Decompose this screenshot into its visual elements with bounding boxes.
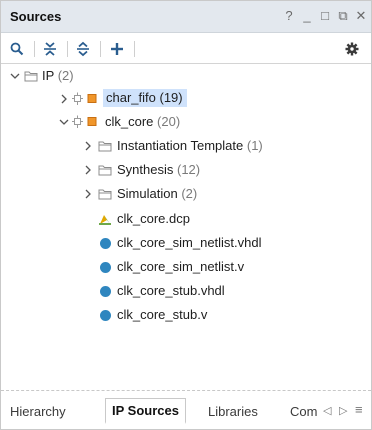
tree-label-text: Simulation (117, 186, 178, 201)
float-button[interactable]: ⧉ (337, 8, 349, 24)
folder-icon (24, 71, 38, 82)
tree-count: (2) (181, 186, 198, 201)
tree-label-file: clk_core_stub.vhdl (117, 283, 225, 298)
tab-scroll-right-button[interactable]: ▷ (339, 404, 347, 417)
folder-icon (98, 141, 112, 152)
tree-label-instantiation-template: Instantiation Template (1) (117, 138, 263, 153)
chevron-right-icon[interactable] (82, 140, 94, 152)
toolbar-separator (134, 41, 135, 57)
sources-tree: IP (2) char_fifo (19) clk_core (20) Inst… (1, 65, 371, 385)
chevron-right-icon[interactable] (82, 188, 94, 200)
tree-file-stub-vhdl[interactable]: clk_core_stub.vhdl (1, 280, 371, 302)
expand-all-button[interactable] (73, 38, 93, 60)
tree-label-file: clk_core_sim_netlist.vhdl (117, 235, 262, 250)
panel-titlebar: Sources ? _ □ ⧉ ✕ (1, 1, 371, 33)
tree-node-ip[interactable]: IP (2) (1, 65, 371, 87)
tree-label-text: clk_core (105, 114, 154, 129)
toolbar-separator (34, 41, 35, 57)
maximize-button[interactable]: □ (319, 8, 331, 24)
tree-count: (12) (177, 162, 201, 177)
file-dot-icon (100, 262, 111, 273)
checkpoint-icon (99, 215, 111, 225)
panel-title: Sources (10, 9, 62, 24)
file-dot-icon (100, 238, 111, 249)
chevron-down-icon[interactable] (9, 70, 21, 82)
add-icon (111, 43, 123, 55)
tree-node-char-fifo[interactable]: char_fifo (19) (1, 88, 371, 110)
tree-label-file: clk_core_stub.v (117, 307, 208, 322)
folder-icon (98, 165, 112, 176)
tree-label-synthesis: Synthesis (12) (117, 162, 200, 177)
tree-label-simulation: Simulation (2) (117, 186, 197, 201)
tab-scroll-left-button[interactable]: ◁ (323, 404, 331, 417)
tree-node-instantiation-template[interactable]: Instantiation Template (1) (1, 135, 371, 157)
window-controls: ? _ □ ⧉ ✕ (283, 8, 367, 24)
toolbar (1, 34, 371, 64)
tree-label-text: IP (42, 68, 55, 83)
tree-file-sim-netlist-vhdl[interactable]: clk_core_sim_netlist.vhdl (1, 232, 371, 254)
add-sources-button[interactable] (107, 38, 127, 60)
gear-icon (345, 42, 359, 56)
tree-label-text: Instantiation Template (117, 138, 244, 153)
chevron-down-icon[interactable] (58, 116, 70, 128)
tree-count: (1) (246, 138, 263, 153)
sources-panel: Sources ? _ □ ⧉ ✕ IP (2) char_fifo (19) … (0, 0, 372, 430)
tree-file-stub-v[interactable]: clk_core_stub.v (1, 304, 371, 326)
help-button[interactable]: ? (283, 8, 295, 24)
folder-icon (98, 189, 112, 200)
chevron-right-icon[interactable] (82, 164, 94, 176)
tab-menu-button[interactable]: ≡ (355, 402, 363, 417)
tree-node-simulation[interactable]: Simulation (2) (1, 183, 371, 205)
tree-label-char-fifo: char_fifo (19) (103, 89, 187, 107)
toolbar-separator (67, 41, 68, 57)
tree-file-sim-netlist-v[interactable]: clk_core_sim_netlist.v (1, 256, 371, 278)
bottom-tabs: Hierarchy IP Sources Libraries Com ◁ ▷ ≡ (1, 398, 371, 428)
ip-core-icon (72, 115, 97, 128)
tree-count: (20) (157, 114, 181, 129)
settings-button[interactable] (342, 38, 362, 60)
tree-file-dcp[interactable]: clk_core.dcp (1, 208, 371, 230)
tree-count: (19) (159, 90, 183, 105)
ip-core-icon (72, 92, 97, 105)
file-dot-icon (100, 286, 111, 297)
minimize-button[interactable]: _ (301, 8, 313, 24)
tree-label-ip: IP (2) (42, 68, 74, 83)
tab-ip-sources[interactable]: IP Sources (105, 398, 186, 424)
expand-all-icon (77, 41, 89, 57)
tab-libraries[interactable]: Libraries (208, 404, 258, 419)
tree-count: (2) (57, 68, 74, 83)
tree-label-file: clk_core_sim_netlist.v (117, 259, 245, 274)
tree-label-clk-core: clk_core (20) (105, 114, 180, 129)
tree-node-clk-core[interactable]: clk_core (20) (1, 111, 371, 133)
search-icon (10, 42, 24, 56)
tree-label-file: clk_core.dcp (117, 211, 190, 226)
file-dot-icon (100, 310, 111, 321)
collapse-all-icon (44, 42, 56, 56)
tab-hierarchy[interactable]: Hierarchy (10, 404, 66, 419)
close-button[interactable]: ✕ (355, 8, 367, 24)
tree-node-synthesis[interactable]: Synthesis (12) (1, 159, 371, 181)
collapse-all-button[interactable] (40, 38, 60, 60)
tree-label-text: char_fifo (106, 90, 156, 105)
toolbar-separator (100, 41, 101, 57)
tree-label-text: Synthesis (117, 162, 174, 177)
search-button[interactable] (7, 38, 27, 60)
tab-compile-order[interactable]: Com (290, 404, 317, 419)
tabs-divider (1, 390, 371, 391)
chevron-right-icon[interactable] (58, 93, 70, 105)
